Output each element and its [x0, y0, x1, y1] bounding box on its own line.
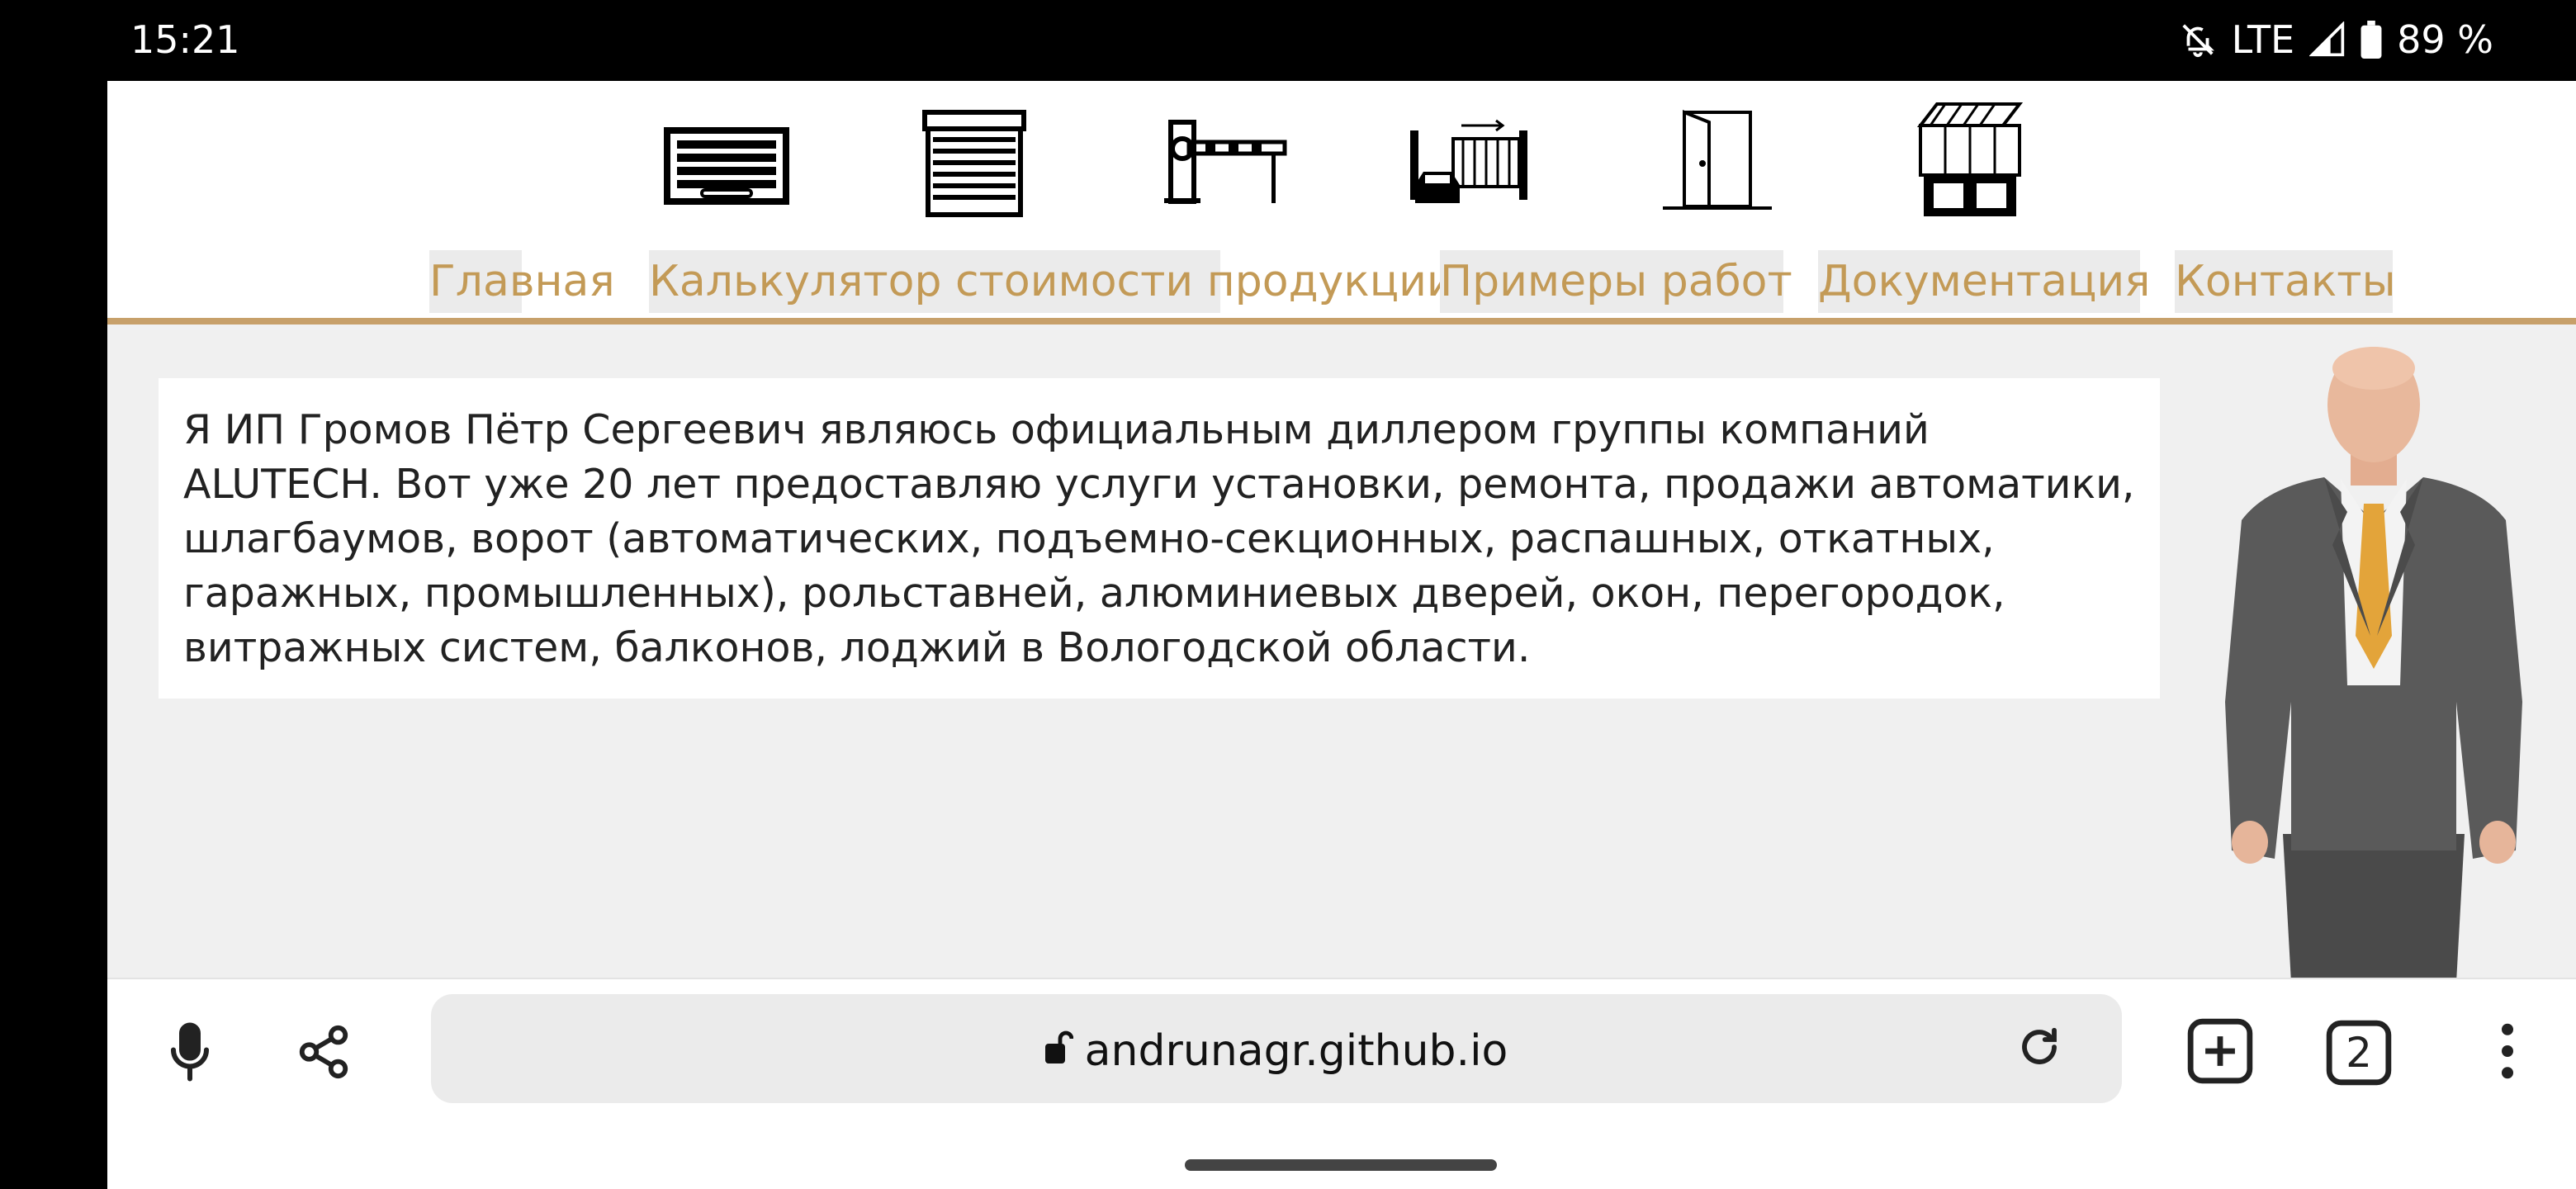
url-text: andrunagr.github.io — [1084, 1026, 1508, 1076]
nav-contacts[interactable]: Контакты — [2175, 250, 2396, 313]
nav-home[interactable]: Главная — [429, 250, 615, 313]
voice-search-button[interactable] — [157, 1021, 223, 1087]
glazing-icon[interactable] — [1912, 101, 2028, 228]
battery-icon — [2361, 21, 2382, 59]
bell-off-icon — [2179, 21, 2217, 59]
tab-switcher-button[interactable]: 2 — [2320, 1014, 2398, 1092]
dealer-portrait — [2225, 347, 2522, 978]
left-inset — [0, 81, 107, 1189]
intro-text: Я ИП Громов Пётр Сергеевич являюсь офици… — [183, 406, 2135, 671]
tab-count: 2 — [2346, 1029, 2372, 1077]
nav-calculator[interactable]: Калькулятор стоимости продукции — [649, 250, 1455, 313]
signal-icon — [2309, 21, 2346, 58]
browser-toolbar: andrunagr.github.io 2 — [107, 978, 2576, 1189]
header-divider — [107, 318, 2576, 324]
address-bar-content: andrunagr.github.io — [431, 994, 2122, 1103]
sliding-gate-icon[interactable] — [1404, 106, 1536, 211]
menu-button[interactable] — [2469, 1014, 2546, 1092]
share-button[interactable] — [291, 1021, 357, 1087]
reload-button[interactable] — [2006, 1016, 2072, 1082]
battery-level: 89 % — [2397, 17, 2493, 62]
mic-icon — [165, 1021, 215, 1087]
door-icon[interactable] — [1660, 106, 1775, 216]
new-tab-button[interactable] — [2181, 1014, 2259, 1092]
intro-card: Я ИП Громов Пётр Сергеевич являюсь офици… — [159, 378, 2160, 699]
address-bar[interactable]: andrunagr.github.io — [431, 994, 2122, 1103]
status-indicators: LTE 89 % — [2179, 17, 2493, 63]
web-page: Главная Калькулятор стоимости продукции … — [107, 81, 2576, 978]
menu-icon — [2499, 1022, 2516, 1083]
nav-portfolio[interactable]: Примеры работ — [1440, 250, 1792, 313]
status-time: 15:21 — [130, 17, 240, 62]
home-indicator[interactable] — [1185, 1159, 1497, 1171]
barrier-icon[interactable] — [1156, 106, 1288, 211]
nav-documentation[interactable]: Документация — [1818, 250, 2150, 313]
lock-icon — [1044, 997, 1074, 1106]
status-bar: 15:21 LTE 89 % — [0, 0, 2576, 81]
site-header: Главная Калькулятор стоимости продукции … — [107, 81, 2576, 318]
network-type: LTE — [2231, 17, 2295, 62]
main-nav: Главная Калькулятор стоимости продукции … — [107, 250, 2576, 313]
garage-door-icon[interactable] — [662, 106, 791, 211]
share-icon — [295, 1023, 353, 1084]
tabs-icon: 2 — [2323, 1017, 2394, 1088]
new-tab-icon — [2185, 1016, 2256, 1090]
roller-shutter-icon[interactable] — [916, 106, 1032, 225]
reload-icon — [2017, 1025, 2062, 1073]
